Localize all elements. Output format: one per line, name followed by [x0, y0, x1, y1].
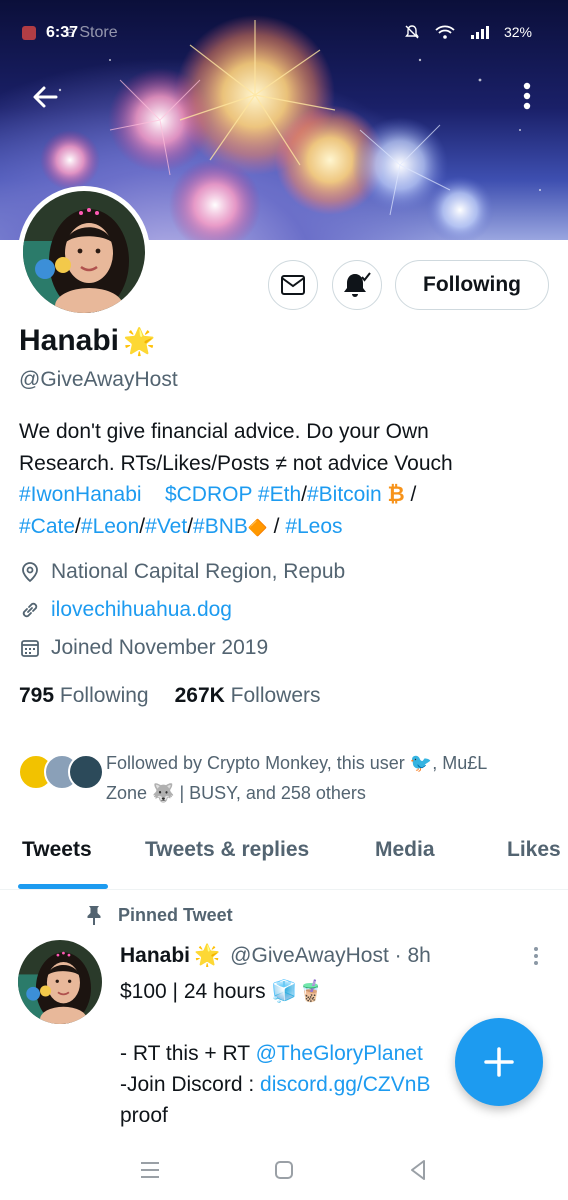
tweet-avatar[interactable]: [18, 940, 102, 1024]
avatar-photo: [23, 191, 145, 313]
joined-text: Joined November 2019: [51, 636, 269, 659]
more-options-button[interactable]: [510, 76, 544, 116]
active-tab-indicator: [18, 884, 108, 889]
bio-separator: /: [267, 514, 286, 538]
bio-line-2: Research. RTs/Likes/Posts ≠ not advice V…: [19, 451, 453, 475]
bio-line-4: #Cate/#Leon/#Vet/#BNB🔶 / #Leos: [19, 511, 559, 545]
glowing-star-emoji: 🌟: [194, 944, 221, 967]
wifi-icon: [435, 25, 455, 39]
cashtag-cdrop[interactable]: $CDROP: [165, 483, 252, 506]
followers-count-link[interactable]: 267K Followers: [175, 684, 321, 708]
followed-by-text: Followed by Crypto Monkey, this user 🐦, …: [106, 748, 487, 808]
website-row: ilovechihuahua.dog: [19, 598, 232, 622]
hashtag-iwonhanabi[interactable]: #IwonHanabi: [19, 483, 142, 506]
notifications-button[interactable]: [332, 260, 382, 310]
recent-apps-button[interactable]: [134, 1154, 166, 1186]
tab-likes[interactable]: Likes: [507, 838, 561, 862]
bio-separator: /: [404, 483, 417, 506]
followed-by-line-1: Followed by Crypto Monkey, this user 🐦, …: [106, 753, 488, 773]
profile-bio: We don't give financial advice. Do your …: [19, 416, 559, 544]
profile-handle: @GiveAwayHost: [19, 368, 178, 391]
profile-name: Hanabi 🌟: [19, 324, 155, 358]
tweet-header: Hanabi 🌟 @GiveAwayHost · 8h: [120, 944, 431, 968]
website-link[interactable]: ilovechihuahua.dog: [51, 598, 232, 622]
hashtag-bnb[interactable]: #BNB: [193, 515, 248, 538]
followed-by-line-2: Zone 🐺 | BUSY, and 258 others: [106, 783, 366, 803]
pinned-tweet-label: Pinned Tweet: [84, 904, 233, 926]
chevron-left-icon: [411, 1160, 425, 1180]
following-label: Following: [59, 684, 149, 707]
link-icon: [19, 599, 41, 621]
tab-tweets-replies[interactable]: Tweets & replies: [145, 838, 309, 862]
bnb-emoji: 🔶: [247, 519, 268, 537]
home-button[interactable]: [268, 1154, 300, 1186]
joined-row: Joined November 2019: [19, 636, 268, 660]
system-navigation-bar: [0, 1140, 568, 1200]
tweet-line-1: $100 | 24 hours 🧊🧋: [120, 980, 324, 1003]
status-app-icons: [22, 26, 36, 40]
followed-by-avatars: [18, 748, 106, 792]
app-notification-icon: [22, 26, 36, 40]
bio-line-1: We don't give financial advice. Do your …: [19, 420, 429, 443]
followers-label: Followers: [230, 684, 321, 707]
message-button[interactable]: [268, 260, 318, 310]
avatar: [23, 191, 145, 313]
vertical-dots-icon: [534, 947, 538, 965]
glowing-star-emoji: 🌟: [123, 325, 156, 356]
tweet-line-3-text: - RT this + RT: [120, 1042, 256, 1065]
hashtag-eth[interactable]: #Eth: [258, 483, 301, 506]
following-count-link[interactable]: 795 Following: [19, 684, 149, 708]
status-bar: 6:37 e Store 32%: [0, 0, 568, 70]
battery-percent: 32%: [503, 24, 532, 40]
arrow-left-icon: [33, 86, 58, 108]
bio-line-3: #IwonHanabi $CDROP #Eth/#Bitcoin ₿ /: [19, 479, 559, 511]
hashtag-bitcoin[interactable]: #Bitcoin: [307, 483, 382, 506]
mention-link[interactable]: @TheGloryPlanet: [256, 1042, 423, 1065]
followers-count: 267K: [174, 684, 225, 707]
tweet-more-button[interactable]: [528, 944, 544, 968]
compose-tweet-button[interactable]: [455, 1018, 543, 1106]
tab-media[interactable]: Media: [375, 838, 435, 862]
profile-tabs: Tweets Tweets & replies Media Likes: [0, 826, 568, 890]
signal-icon: [470, 26, 489, 39]
vertical-dots-icon: [523, 82, 531, 110]
hashtag-vet[interactable]: #Vet: [145, 515, 187, 538]
following-button[interactable]: Following: [395, 260, 549, 310]
back-button[interactable]: [28, 80, 62, 114]
profile-avatar[interactable]: [18, 186, 150, 318]
hashtag-leon[interactable]: #Leon: [81, 515, 139, 538]
status-ghost-text: e Store: [66, 24, 118, 41]
tweet-handle-time: @GiveAwayHost · 8h: [230, 944, 431, 967]
tweet-author-name[interactable]: Hanabi: [120, 944, 190, 968]
status-indicators: 32%: [404, 24, 532, 40]
follow-counts: 795 Following 267K Followers: [19, 684, 321, 708]
profile-name-text: Hanabi: [19, 324, 120, 357]
followed-by[interactable]: Followed by Crypto Monkey, this user 🐦, …: [18, 748, 558, 808]
avatar-photo: [18, 940, 102, 1024]
pinned-tweet-text: Pinned Tweet: [118, 904, 233, 925]
bell-check-icon: [344, 272, 371, 297]
back-nav-button[interactable]: [402, 1154, 434, 1186]
bitcoin-emoji: ₿: [387, 483, 405, 506]
tab-tweets[interactable]: Tweets: [22, 838, 92, 862]
avatar: [68, 754, 104, 790]
location-text: National Capital Region, Repub: [51, 560, 346, 583]
following-count: 795: [19, 684, 55, 707]
hashtag-cate[interactable]: #Cate: [19, 515, 75, 538]
pin-icon: [87, 906, 101, 925]
hashtag-leos[interactable]: #Leos: [285, 515, 342, 538]
calendar-icon: [19, 637, 41, 659]
mute-icon: [405, 25, 419, 39]
discord-link[interactable]: discord.gg/CZVnB: [260, 1073, 430, 1096]
plus-icon: [484, 1047, 514, 1077]
location-row: National Capital Region, Repub: [19, 560, 345, 584]
menu-lines-icon: [141, 1162, 159, 1178]
location-pin-icon: [19, 561, 41, 583]
square-icon: [275, 1161, 293, 1179]
tweet-line-4-text: -Join Discord :: [120, 1073, 261, 1096]
envelope-icon: [281, 275, 305, 295]
